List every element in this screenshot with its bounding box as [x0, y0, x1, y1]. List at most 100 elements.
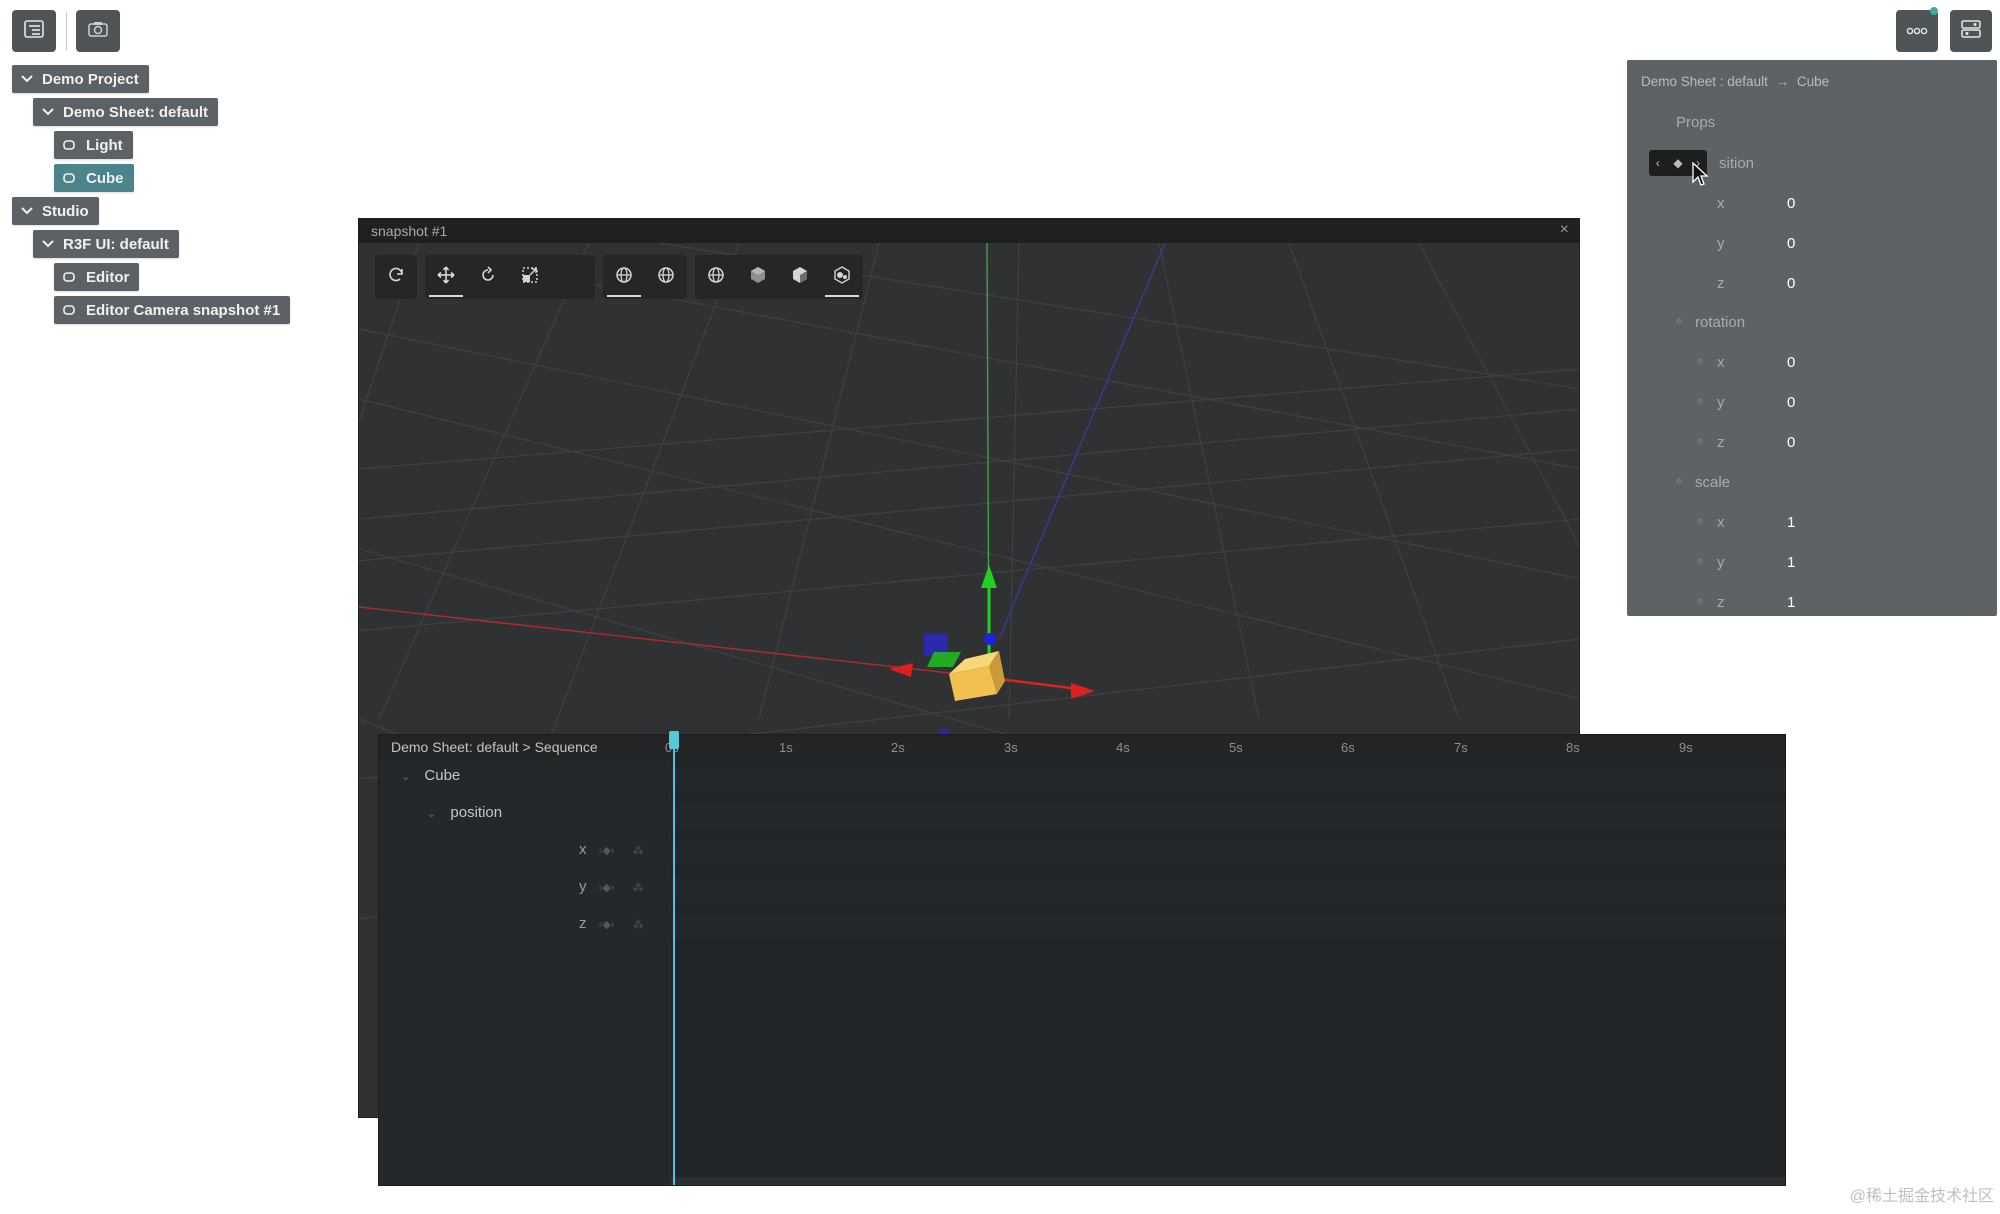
- tree-item-demo-sheet[interactable]: Demo Sheet: default: [33, 98, 219, 126]
- prop-value[interactable]: 0: [1787, 275, 1795, 292]
- translate-tool-button[interactable]: [425, 255, 467, 299]
- globe-icon: [707, 266, 725, 289]
- viewport-title: snapshot #1: [371, 223, 448, 239]
- graph-editor-icon[interactable]: ⁂: [633, 845, 644, 857]
- track-label: Cube: [424, 767, 461, 784]
- close-icon[interactable]: ×: [1560, 221, 1569, 239]
- sequence-tracks-list: ⌄ Cube ⌄ position x ‹◆› ⁂ y ‹◆› ⁂ z ‹◆› …: [379, 759, 671, 1185]
- keyframe-nav-icon[interactable]: ‹◆›: [599, 882, 615, 894]
- prop-scale-z[interactable]: z 1: [1627, 590, 1997, 614]
- local-space-button[interactable]: [645, 255, 687, 299]
- scale-tool-button[interactable]: [509, 255, 551, 299]
- wireframe-shading-button[interactable]: [695, 255, 737, 299]
- track-prop-position[interactable]: ⌄ position: [427, 804, 502, 821]
- chevron-down-icon[interactable]: [20, 207, 34, 215]
- chevron-down-icon[interactable]: [41, 240, 55, 248]
- refresh-tool-button[interactable]: [375, 255, 417, 299]
- snapshot-button[interactable]: [76, 10, 120, 52]
- prop-scale-x[interactable]: x 1: [1627, 510, 1997, 534]
- more-dots-icon: [1906, 22, 1928, 40]
- viewport-titlebar[interactable]: snapshot #1 ×: [359, 219, 1579, 243]
- tree-item-label: Light: [86, 136, 123, 154]
- sequence-timeline-area[interactable]: [671, 759, 1785, 1185]
- rendered-shading-button[interactable]: [821, 255, 863, 299]
- move-icon: [437, 266, 455, 289]
- prop-position-x[interactable]: x 0: [1627, 191, 1997, 215]
- y-axis-arrow[interactable]: [981, 565, 997, 588]
- object-icon: [62, 140, 76, 150]
- z-axis-handle[interactable]: [984, 633, 996, 645]
- prop-value[interactable]: 0: [1787, 434, 1795, 451]
- time-tick: 6s: [1341, 740, 1355, 755]
- graph-editor-icon[interactable]: ⁂: [633, 882, 644, 894]
- flat-shading-button[interactable]: [737, 255, 779, 299]
- props-label: Props: [1676, 113, 1716, 131]
- time-tick: 4s: [1116, 740, 1130, 755]
- object-icon: [62, 173, 76, 183]
- prop-value[interactable]: 1: [1787, 554, 1795, 571]
- tree-item-light[interactable]: Light: [54, 131, 133, 159]
- solid-shading-button[interactable]: [779, 255, 821, 299]
- chevron-down-icon[interactable]: [20, 75, 34, 83]
- horizontal-scrollbar[interactable]: [671, 1177, 1785, 1185]
- track-object-cube[interactable]: ⌄ Cube: [401, 767, 460, 784]
- props-panel-toggle-button[interactable]: [1950, 10, 1992, 52]
- prop-value[interactable]: 0: [1787, 354, 1795, 371]
- outline-toggle-button[interactable]: [12, 10, 56, 52]
- prop-value[interactable]: 0: [1787, 235, 1795, 252]
- track-position-y[interactable]: y ‹◆› ⁂: [579, 878, 644, 895]
- orbit-tool-group: [375, 255, 417, 299]
- keyframe-nav-icon[interactable]: ‹◆›: [599, 919, 615, 931]
- prop-position-y[interactable]: y 0: [1627, 231, 1997, 255]
- prop-group-rotation[interactable]: rotation: [1627, 310, 1997, 334]
- toolbar-divider: [66, 12, 67, 50]
- crumb-sheet[interactable]: Demo Sheet : default: [1641, 74, 1768, 89]
- time-tick: 9s: [1679, 740, 1693, 755]
- crumb-object[interactable]: Cube: [1797, 74, 1829, 89]
- world-space-button[interactable]: [603, 255, 645, 299]
- tree-item-cube[interactable]: Cube: [54, 164, 134, 192]
- track-lane[interactable]: [671, 915, 1785, 939]
- chevron-down-icon[interactable]: ⌄: [401, 771, 410, 783]
- tree-item-studio[interactable]: Studio: [12, 197, 99, 225]
- keyframe-nav-icon[interactable]: ‹◆›: [599, 845, 615, 857]
- prop-value[interactable]: 1: [1787, 594, 1795, 611]
- prop-value[interactable]: 1: [1787, 514, 1795, 531]
- outline-panel-icon: [24, 19, 44, 43]
- track-lane[interactable]: [671, 841, 1785, 865]
- more-button[interactable]: [1896, 7, 1938, 52]
- prop-group-position[interactable]: sition: [1627, 151, 1997, 175]
- tree-item-editor-camera-snapshot[interactable]: Editor Camera snapshot #1: [54, 296, 291, 324]
- chevron-down-icon[interactable]: ⌄: [427, 808, 436, 820]
- x-axis-arrow-left[interactable]: [889, 663, 913, 677]
- sequence-editor-panel[interactable]: Demo Sheet: default > Sequence 0s 1s 2s …: [378, 731, 1786, 1186]
- track-lane[interactable]: [671, 804, 1785, 828]
- prop-group-label: rotation: [1695, 313, 1746, 331]
- tree-item-demo-project[interactable]: Demo Project: [12, 65, 149, 93]
- prop-position-z[interactable]: z 0: [1627, 271, 1997, 295]
- playhead-line[interactable]: [673, 735, 675, 1185]
- playhead-handle[interactable]: [669, 731, 679, 749]
- prop-rotation-z[interactable]: z 0: [1627, 430, 1997, 454]
- prop-field-label: x: [1717, 194, 1725, 212]
- tree-item-label: Demo Sheet: default: [63, 103, 209, 121]
- tree-item-editor[interactable]: Editor: [54, 263, 140, 291]
- tree-item-r3f-ui[interactable]: R3F UI: default: [33, 230, 179, 258]
- prop-field-label: y: [1717, 234, 1725, 252]
- prop-value[interactable]: 0: [1787, 394, 1795, 411]
- track-lane[interactable]: [671, 767, 1785, 791]
- track-position-x[interactable]: x ‹◆› ⁂: [579, 841, 644, 858]
- props-panel: Demo Sheet : default → Cube Props ‹ ◆ › …: [1627, 60, 1997, 616]
- graph-editor-icon[interactable]: ⁂: [633, 919, 644, 931]
- prop-scale-y[interactable]: y 1: [1627, 550, 1997, 574]
- chevron-down-icon[interactable]: [41, 108, 55, 116]
- prop-rotation-y[interactable]: y 0: [1627, 390, 1997, 414]
- prop-value[interactable]: 0: [1787, 195, 1795, 212]
- sequence-header[interactable]: Demo Sheet: default > Sequence 0s 1s 2s …: [379, 735, 1785, 759]
- track-lane[interactable]: [671, 878, 1785, 902]
- prop-rotation-x[interactable]: x 0: [1627, 350, 1997, 374]
- rotate-tool-button[interactable]: [467, 255, 509, 299]
- prop-group-scale[interactable]: scale: [1627, 470, 1997, 494]
- time-tick: 5s: [1229, 740, 1243, 755]
- track-position-z[interactable]: z ‹◆› ⁂: [579, 915, 644, 932]
